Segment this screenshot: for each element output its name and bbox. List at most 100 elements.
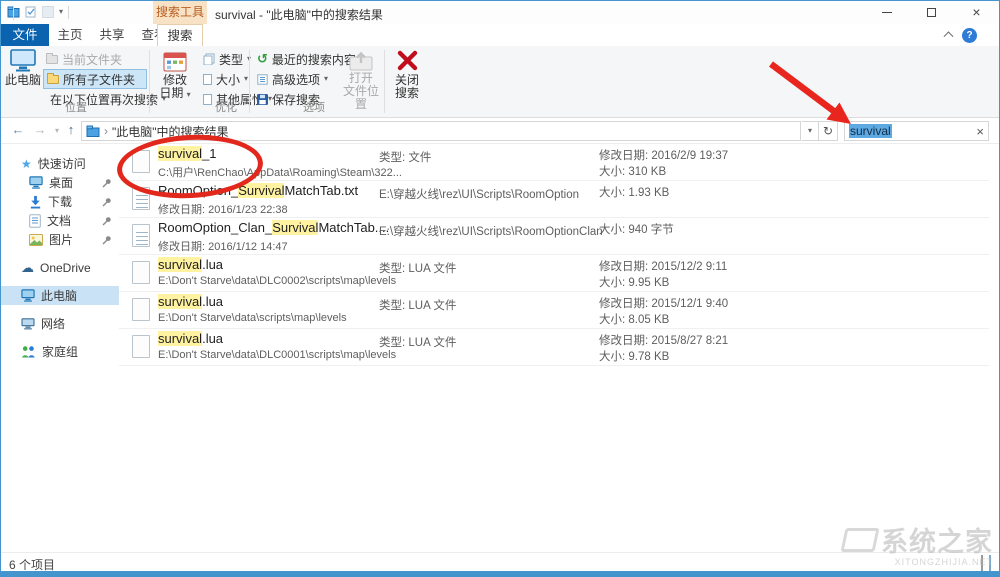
folder-tree-icon bbox=[47, 75, 59, 84]
star-icon: ★ bbox=[21, 157, 32, 171]
sidebar-item-pictures[interactable]: 图片 bbox=[1, 230, 119, 249]
sidebar-label: OneDrive bbox=[40, 261, 91, 275]
chevron-down-icon: ▾ bbox=[324, 75, 328, 83]
address-breadcrumb[interactable]: › "此电脑"中的搜索结果 bbox=[81, 121, 801, 141]
file-row[interactable]: survival_1 C:\用户\RenChao\AppData\Roaming… bbox=[119, 144, 989, 181]
close-button[interactable]: × bbox=[954, 1, 999, 23]
minimize-button[interactable] bbox=[864, 1, 909, 23]
thumbnail-view-icon bbox=[989, 555, 991, 571]
clear-search-icon[interactable]: × bbox=[976, 124, 984, 139]
size-icon bbox=[203, 74, 212, 85]
file-path: E:\穿越火线\rez\UI\Scripts\RoomOption bbox=[379, 186, 579, 202]
customize-qat-dropdown[interactable]: ▾ bbox=[59, 8, 63, 16]
sidebar-label: 下载 bbox=[48, 193, 72, 210]
file-row[interactable]: RoomOption_SurvivalMatchTab.txt 修改日期: 20… bbox=[119, 181, 989, 218]
date-modified-button[interactable]: 修改 日期 ▾ bbox=[153, 48, 197, 102]
sidebar-label: 家庭组 bbox=[42, 343, 78, 360]
divider bbox=[68, 6, 69, 19]
back-button[interactable]: ← bbox=[9, 122, 27, 137]
forward-button[interactable]: → bbox=[31, 122, 49, 137]
kind-label: 类型 bbox=[219, 51, 243, 68]
sidebar-item-downloads[interactable]: 下载 bbox=[1, 192, 119, 211]
new-folder-icon[interactable] bbox=[42, 6, 54, 18]
sidebar-item-desktop[interactable]: 桌面 bbox=[1, 173, 119, 192]
recent-locations-dropdown[interactable]: ▾ bbox=[51, 126, 63, 135]
thumbnail-view-button[interactable] bbox=[989, 556, 991, 570]
divider bbox=[13, 7, 14, 20]
file-row[interactable]: RoomOption_Clan_SurvivalMatchTab.... 修改日… bbox=[119, 218, 989, 255]
file-row[interactable]: survival.lua E:\Don't Starve\data\DLC000… bbox=[119, 255, 989, 292]
collapse-ribbon-button[interactable] bbox=[945, 30, 955, 40]
tab-search-active[interactable]: 搜索 bbox=[157, 24, 203, 46]
file-size: 大小: 8.05 KB bbox=[599, 312, 728, 328]
main-content: ★ 快速访问 桌面 下载 文档 图片 bbox=[1, 144, 999, 552]
current-folder-label: 当前文件夹 bbox=[62, 51, 122, 68]
computer-icon bbox=[21, 289, 35, 302]
open-file-location-button[interactable]: 打开 文件位置 bbox=[341, 48, 381, 102]
up-button[interactable]: ↑ bbox=[63, 122, 79, 137]
list-view-icon bbox=[981, 555, 983, 571]
picture-icon bbox=[29, 234, 43, 246]
sidebar-item-network[interactable]: 网络 bbox=[1, 314, 119, 333]
sidebar-label: 图片 bbox=[49, 231, 73, 248]
file-type: 类型: 文件 bbox=[379, 149, 431, 165]
recent-searches-icon: ↺ bbox=[257, 51, 268, 67]
search-term-highlight: Survival bbox=[238, 183, 284, 198]
details-view-button[interactable] bbox=[981, 556, 983, 570]
sidebar-label: 快速访问 bbox=[38, 155, 86, 172]
sidebar-item-homegroup[interactable]: 家庭组 bbox=[1, 342, 119, 361]
maximize-button[interactable] bbox=[909, 1, 954, 23]
file-path: E:\Don't Starve\data\scripts\map\levels bbox=[158, 312, 376, 324]
file-row[interactable]: survival.lua E:\Don't Starve\data\script… bbox=[119, 292, 989, 329]
minimize-icon bbox=[882, 12, 892, 13]
all-subfolders-button[interactable]: 所有子文件夹 bbox=[43, 69, 147, 89]
address-bar-row: ← → ▾ ↑ › "此电脑"中的搜索结果 ▾ ↻ survival × bbox=[1, 118, 999, 144]
sidebar-item-quick-access[interactable]: ★ 快速访问 bbox=[1, 154, 119, 173]
refresh-icon[interactable]: ↻ bbox=[819, 121, 838, 141]
file-date: 修改日期: 2015/8/27 8:21 bbox=[599, 333, 728, 349]
file-size: 大小: 9.78 KB bbox=[599, 349, 728, 365]
close-search-icon bbox=[396, 48, 419, 74]
search-text-selected: survival bbox=[849, 124, 892, 138]
sidebar-item-onedrive[interactable]: ☁ OneDrive bbox=[1, 258, 119, 277]
size-label: 大小 bbox=[216, 71, 240, 88]
file-date: 修改日期: 2016/2/9 19:37 bbox=[599, 148, 728, 164]
breadcrumb-separator: › bbox=[104, 124, 108, 138]
properties-icon[interactable] bbox=[25, 6, 37, 18]
blank-document-icon bbox=[132, 335, 150, 358]
file-size: 大小: 310 KB bbox=[599, 164, 728, 180]
folder-icon bbox=[46, 55, 58, 64]
computer-icon bbox=[9, 48, 37, 74]
file-date: 修改日期: 2016/1/23 22:38 bbox=[158, 201, 376, 217]
file-type: 类型: LUA 文件 bbox=[379, 334, 456, 350]
open-location-icon bbox=[348, 48, 374, 72]
divider bbox=[149, 50, 150, 113]
sidebar-label: 此电脑 bbox=[41, 287, 77, 304]
search-term-highlight: Survival bbox=[272, 220, 318, 235]
blank-document-icon bbox=[132, 298, 150, 321]
text-document-icon bbox=[132, 224, 150, 247]
address-dropdown-button[interactable]: ▾ bbox=[802, 121, 819, 141]
tab-home[interactable]: 主页 bbox=[49, 24, 91, 46]
close-search-button[interactable]: 关闭 搜索 bbox=[389, 48, 425, 102]
this-pc-scope-button[interactable]: 此电脑 bbox=[5, 48, 41, 102]
tab-share[interactable]: 共享 bbox=[91, 24, 133, 46]
search-results-list: survival_1 C:\用户\RenChao\AppData\Roaming… bbox=[119, 144, 989, 366]
file-type: 类型: LUA 文件 bbox=[379, 260, 456, 276]
calendar-icon bbox=[163, 48, 187, 74]
tab-file[interactable]: 文件 bbox=[1, 24, 49, 46]
current-folder-button[interactable]: 当前文件夹 bbox=[43, 49, 147, 69]
kind-icon bbox=[203, 53, 215, 65]
this-pc-label: 此电脑 bbox=[5, 74, 41, 87]
sidebar-item-documents[interactable]: 文档 bbox=[1, 211, 119, 230]
search-ribbon: 此电脑 当前文件夹 所有子文件夹 在以下位置再次搜索 ▾ 位置 修改 bbox=[1, 46, 999, 118]
network-icon bbox=[21, 318, 35, 330]
help-button[interactable]: ? bbox=[962, 28, 977, 43]
pin-icon bbox=[102, 197, 111, 207]
search-input[interactable]: survival × bbox=[844, 121, 989, 141]
sidebar-label: 文档 bbox=[47, 212, 71, 229]
desktop-icon bbox=[29, 176, 43, 189]
blank-document-icon bbox=[132, 150, 150, 173]
sidebar-item-this-pc[interactable]: 此电脑 bbox=[1, 286, 119, 305]
file-row[interactable]: survival.lua E:\Don't Starve\data\DLC000… bbox=[119, 329, 989, 366]
